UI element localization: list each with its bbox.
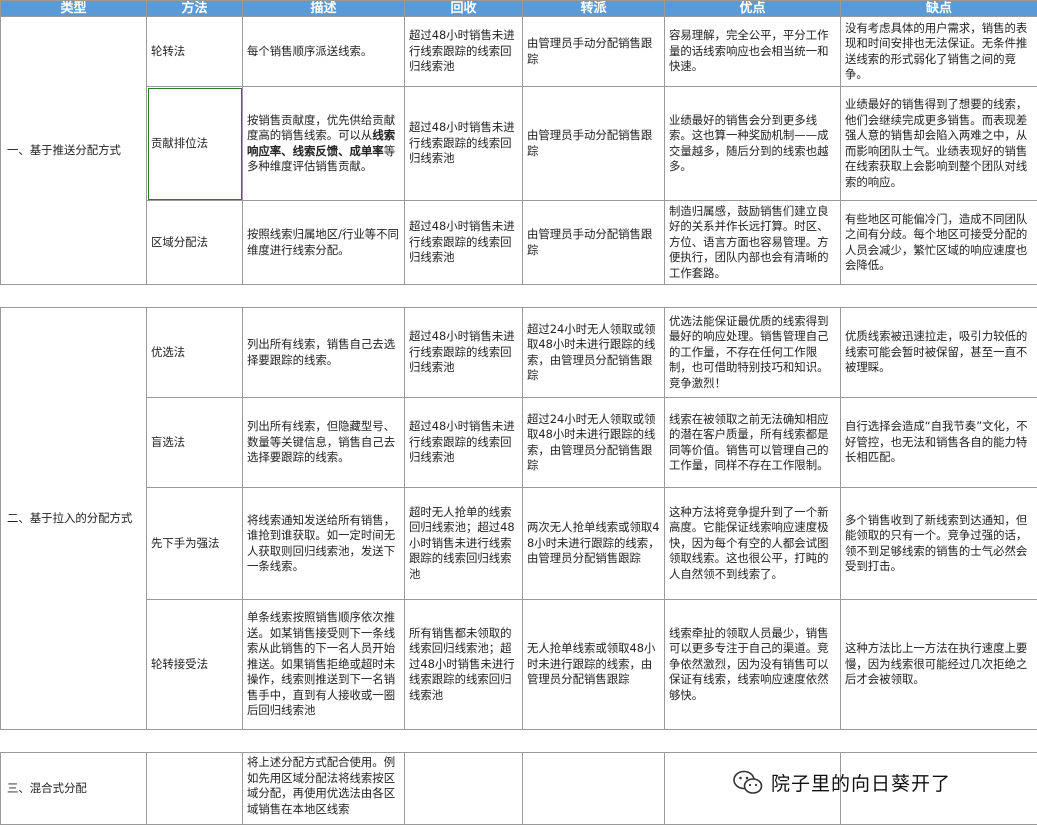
lead-allocation-table: 类型 方法 描述 回收 转派 优点 缺点 一、基于推送分配方式 轮转法 每个销售… xyxy=(0,0,1037,825)
recycle-cell: 所有销售都未领取的线索回归线索池；超过48小时销售未进行线索跟踪的线索回归线索池 xyxy=(404,599,523,730)
recycle-cell: 超过48小时销售未进行线索跟踪的线索回归线索池 xyxy=(404,397,523,488)
cons-cell: 有些地区可能偏冷门，造成不同团队之间有分歧。每个地区可接受分配的人员会减少，繁忙… xyxy=(840,200,1037,285)
header-row: 类型 方法 描述 回收 转派 优点 缺点 xyxy=(0,0,1037,17)
table-row: 贡献排位法 按销售贡献度，优先供给贡献度高的销售线索。可以从线索响应率、线索反馈… xyxy=(1,86,1037,201)
spacer-cell xyxy=(0,284,1037,308)
description-cell: 每个销售顺序派送线索。 xyxy=(242,16,405,87)
recycle-cell: 超过48小时销售未进行线索跟踪的线索回归线索池 xyxy=(404,86,523,201)
header-recycle: 回收 xyxy=(404,0,523,17)
description-cell: 按销售贡献度，优先供给贡献度高的销售线索。可以从线索响应率、线索反馈、成单率等多… xyxy=(242,86,405,201)
recycle-cell: 超过48小时销售未进行线索跟踪的线索回归线索池 xyxy=(404,200,523,285)
type-cell: 一、基于推送分配方式 xyxy=(0,16,147,285)
recycle-cell: 超过48小时销售未进行线索跟踪的线索回归线索池 xyxy=(404,16,523,87)
cons-cell: 优质线索被迅速拉走，吸引力较低的线索可能会暂时被保留，甚至一直不被理睬。 xyxy=(840,307,1037,398)
spacer-row xyxy=(0,729,1037,753)
table-row: 区域分配法 按照线索归属地区/行业等不同维度进行线索分配。 超过48小时销售未进… xyxy=(1,200,1037,285)
method-cell: 轮转接受法 xyxy=(146,599,243,730)
type-cell: 三、混合式分配 xyxy=(0,752,147,825)
type-cell: 二、基于拉入的分配方式 xyxy=(0,307,147,730)
pros-cell: 线索在被领取之前无法确知相应的潜在客户质量，所有线索都是同等价值。销售可以管理自… xyxy=(664,397,841,488)
transfer-cell: 由管理员手动分配销售跟踪 xyxy=(522,16,665,87)
header-type: 类型 xyxy=(0,0,147,17)
header-description: 描述 xyxy=(242,0,405,17)
transfer-cell xyxy=(522,752,665,825)
method-cell: 先下手为强法 xyxy=(146,487,243,600)
description-cell: 单条线索按照销售顺序依次推送。如某销售接受则下一条线索从此销售的下一名人员开始推… xyxy=(242,599,405,730)
description-cell: 将上述分配方式配合使用。例如先用区域分配法将线索按区域分配，再使用优选法由各区域… xyxy=(242,752,405,825)
table-row: 轮转接受法 单条线索按照销售顺序依次推送。如某销售接受则下一条线索从此销售的下一… xyxy=(1,599,1037,730)
wechat-icon xyxy=(733,770,763,794)
cons-cell: 自行选择会造成“自我节奏”文化，不好管控，也无法和销售各自的能力特长相匹配。 xyxy=(840,397,1037,488)
cons-cell: 这种方法比上一方法在执行速度上要慢，因为线索很可能经过几次拒绝之后才会被领取。 xyxy=(840,599,1037,730)
transfer-cell: 超过24小时无人领取或领取48小时未进行跟踪的线索，由管理员分配销售跟踪 xyxy=(522,397,665,488)
table-row: 先下手为强法 将线索通知发送给所有销售，谁抢到谁获取。如一定时间无人获取则回归线… xyxy=(1,487,1037,600)
cons-cell: 没有考虑具体的用户需求，销售的表现和时间安排也无法保证。无条件推送线索的形式弱化… xyxy=(840,16,1037,87)
method-cell: 区域分配法 xyxy=(146,200,243,285)
header-cons: 缺点 xyxy=(840,0,1037,17)
transfer-cell: 无人抢单线索或领取48小时未进行跟踪的线索，由管理员分配销售跟踪 xyxy=(522,599,665,730)
method-cell xyxy=(146,752,243,825)
method-cell: 轮转法 xyxy=(146,16,243,87)
cons-cell: 多个销售收到了新线索到达通知，但能领取的只有一个。竞争过强的话，领不到足够线索的… xyxy=(840,487,1037,600)
transfer-cell: 超过24小时无人领取或领取48小时未进行跟踪的线索，由管理员分配销售跟踪 xyxy=(522,307,665,398)
pros-cell: 优选法能保证最优质的线索得到最好的响应处理。销售管理自己的工作量，不存在任何工作… xyxy=(664,307,841,398)
header-transfer: 转派 xyxy=(522,0,665,17)
transfer-cell: 由管理员手动分配销售跟踪 xyxy=(522,86,665,201)
recycle-cell: 超时无人抢单的线索回归线索池；超过48小时销售未进行线索跟踪的线索回归线索池 xyxy=(404,487,523,600)
description-cell: 按照线索归属地区/行业等不同维度进行线索分配。 xyxy=(242,200,405,285)
watermark-text: 院子里的向日葵开了 xyxy=(771,773,952,795)
header-method: 方法 xyxy=(146,0,243,17)
description-cell: 列出所有线索，但隐藏型号、数量等关键信息，销售自己去选择要跟踪的线索。 xyxy=(242,397,405,488)
spacer-row xyxy=(0,284,1037,308)
description-cell: 将线索通知发送给所有销售，谁抢到谁获取。如一定时间无人获取则回归线索池，发送下一… xyxy=(242,487,405,600)
pros-cell: 这种方法将竞争提升到了一个新高度。它能保证线索响应速度极快，因为每个有空的人都会… xyxy=(664,487,841,600)
cons-cell: 业绩最好的销售得到了想要的线索，他们会继续完成更多销售。而表现差强人意的销售却会… xyxy=(840,86,1037,201)
watermark: 院子里的向日葵开了 xyxy=(733,769,951,796)
method-cell: 贡献排位法 xyxy=(146,86,243,201)
recycle-cell xyxy=(404,752,523,825)
table-row: 一、基于推送分配方式 轮转法 每个销售顺序派送线索。 超过48小时销售未进行线索… xyxy=(0,16,1037,285)
description-cell: 列出所有线索，销售自己去选择要跟踪的线索。 xyxy=(242,307,405,398)
recycle-cell: 超过48小时销售未进行线索跟踪的线索回归线索池 xyxy=(404,307,523,398)
pros-cell: 业绩最好的销售会分到更多线索。这也算一种奖励机制——成交量越多，随后分到的线索也… xyxy=(664,86,841,201)
header-pros: 优点 xyxy=(664,0,841,17)
table-row: 盲选法 列出所有线索，但隐藏型号、数量等关键信息，销售自己去选择要跟踪的线索。 … xyxy=(1,397,1037,488)
transfer-cell: 由管理员手动分配销售跟踪 xyxy=(522,200,665,285)
pros-cell: 制造归属感，鼓励销售们建立良好的关系并作长远打算。时区、方位、语言方面也容易管理… xyxy=(664,200,841,285)
pros-cell: 线索牵扯的领取人员最少，销售可以更多专注于自己的渠道。竞争依然激烈，因为没有销售… xyxy=(664,599,841,730)
method-cell: 优选法 xyxy=(146,307,243,398)
spacer-cell xyxy=(0,729,1037,753)
table-row: 二、基于拉入的分配方式 优选法 列出所有线索，销售自己去选择要跟踪的线索。 超过… xyxy=(0,307,1037,730)
pros-cell: 容易理解，完全公平，平分工作量的话线索响应也会相当统一和快速。 xyxy=(664,16,841,87)
transfer-cell: 两次无人抢单线索或领取48小时未进行跟踪的线索，由管理员分配销售跟踪 xyxy=(522,487,665,600)
method-cell: 盲选法 xyxy=(146,397,243,488)
